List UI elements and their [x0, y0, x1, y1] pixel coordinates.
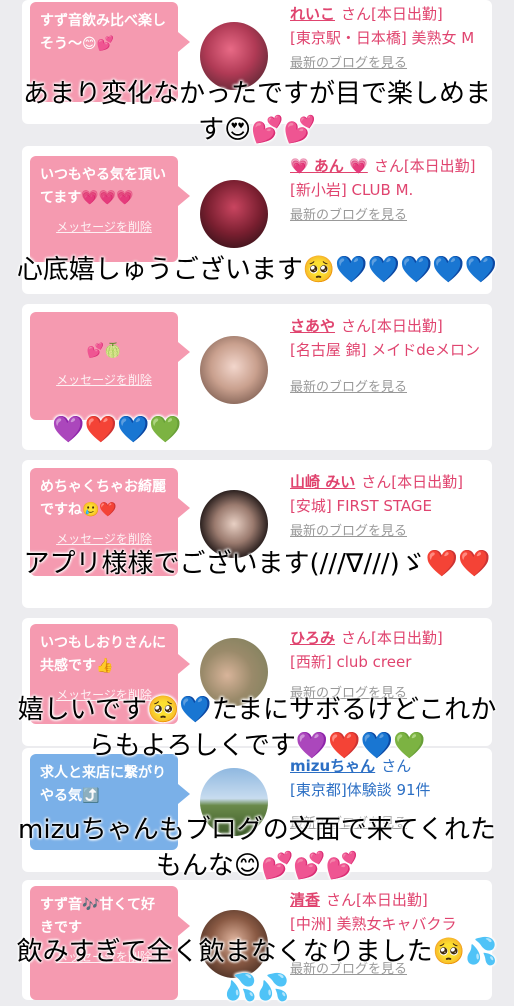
overlay-caption: アプリ様様でございます(///∇///)ゞ❤️❤️: [23, 549, 491, 579]
blog-link[interactable]: 最新のブログを見る: [290, 524, 407, 539]
name-suffix: さん: [361, 473, 392, 491]
cast-name-link[interactable]: れいこ: [290, 5, 335, 23]
overlay-caption: 飲みすぎて全く飲まなくなりました🥺💦💦💦: [16, 937, 498, 1003]
message-text: 求人と来店に繋がりやる気⤴️: [40, 765, 166, 804]
status-text: [本日出勤]: [403, 157, 476, 175]
name-suffix: さん: [373, 157, 404, 175]
cast-name-link[interactable]: さあや: [290, 317, 335, 335]
cast-name-link[interactable]: 清香: [290, 891, 320, 909]
shop-info[interactable]: [東京駅・日本橋] 美熟女 M: [290, 29, 474, 47]
shop-info[interactable]: [東京都]体験談 91件: [290, 781, 431, 799]
name-suffix: さん: [341, 317, 372, 335]
message-text: すず音🎶甘くて好きです: [40, 897, 156, 936]
shop-info[interactable]: [新小岩] CLUB M.: [290, 181, 413, 199]
name-suffix: さん: [341, 629, 372, 647]
delete-message-link[interactable]: メッセージを削除: [40, 369, 168, 392]
message-card: めちゃくちゃお綺麗ですね🥲❤️ メッセージを削除 山崎 みい さん[本日出勤] […: [22, 460, 492, 608]
status-text: [本日出勤]: [371, 317, 443, 335]
blog-link[interactable]: 最新のブログを見る: [290, 56, 407, 71]
profile-info: 山崎 みい さん[本日出勤] [安城] FIRST STAGE 最新のブログを見る: [290, 470, 486, 544]
status-text: [本日出勤]: [371, 629, 443, 647]
blog-link[interactable]: 最新のブログを見る: [290, 376, 407, 400]
name-suffix: さん: [326, 891, 357, 909]
cast-name-link[interactable]: 山崎 みい: [290, 473, 355, 491]
overlay-caption: あまり変化なかったですが目で楽しめます😍💕💕: [22, 79, 491, 145]
avatar[interactable]: [200, 180, 268, 248]
overlay-caption: 💜❤️💙💚: [52, 415, 182, 445]
avatar[interactable]: [200, 336, 268, 404]
cast-name-link[interactable]: 💗 あん 💗: [290, 157, 368, 175]
shop-info[interactable]: [中洲] 美熟女キャバクラ: [290, 915, 456, 933]
message-bubble: いつもやる気を頂いてます💗💗💗 メッセージを削除: [30, 156, 190, 262]
name-suffix: さん: [341, 5, 372, 23]
profile-info: れいこ さん[本日出勤] [東京駅・日本橋] 美熟女 M 最新のブログを見る: [290, 2, 486, 76]
message-bubble: 💕🍈 メッセージを削除: [30, 312, 190, 420]
profile-info: 💗 あん 💗 さん[本日出勤] [新小岩] CLUB M. 最新のブログを見る: [290, 154, 486, 228]
overlay-caption: 嬉しいです🥺💙たまにサボるけどこれからもよろしくです💜❤️💙💚: [17, 695, 497, 761]
blog-link[interactable]: 最新のブログを見る: [290, 208, 407, 223]
message-text: すず音飲み比べ楽しそう〜😊💕: [40, 13, 166, 52]
message-text: めちゃくちゃお綺麗ですね🥲❤️: [40, 479, 166, 518]
message-text: いつもしおりさんに共感です👍: [40, 635, 166, 674]
shop-info[interactable]: [安城] FIRST STAGE: [290, 497, 432, 515]
message-text: いつもやる気を頂いてます💗💗💗: [40, 167, 166, 206]
cast-name-link[interactable]: ひろみ: [290, 629, 335, 647]
shop-info[interactable]: [西新] club creer: [290, 653, 411, 671]
overlay-caption: mizuちゃんもブログの文面で来てくれたもんな😊💕💕💕: [18, 815, 496, 881]
delete-message-link[interactable]: メッセージを削除: [40, 216, 168, 239]
shop-info[interactable]: [名古屋 錦] メイドdeメロン: [290, 341, 480, 359]
message-text: 💕🍈: [86, 343, 122, 359]
status-text: [本日出勤]: [391, 473, 463, 491]
status-text: [本日出勤]: [371, 5, 443, 23]
status-text: [本日出勤]: [356, 891, 428, 909]
profile-info: さあや さん[本日出勤] [名古屋 錦] メイドdeメロン 最新のブログを見る: [290, 314, 486, 400]
overlay-caption: 心底嬉しゅうございます🥺💙💙💙💙💙: [16, 255, 498, 285]
